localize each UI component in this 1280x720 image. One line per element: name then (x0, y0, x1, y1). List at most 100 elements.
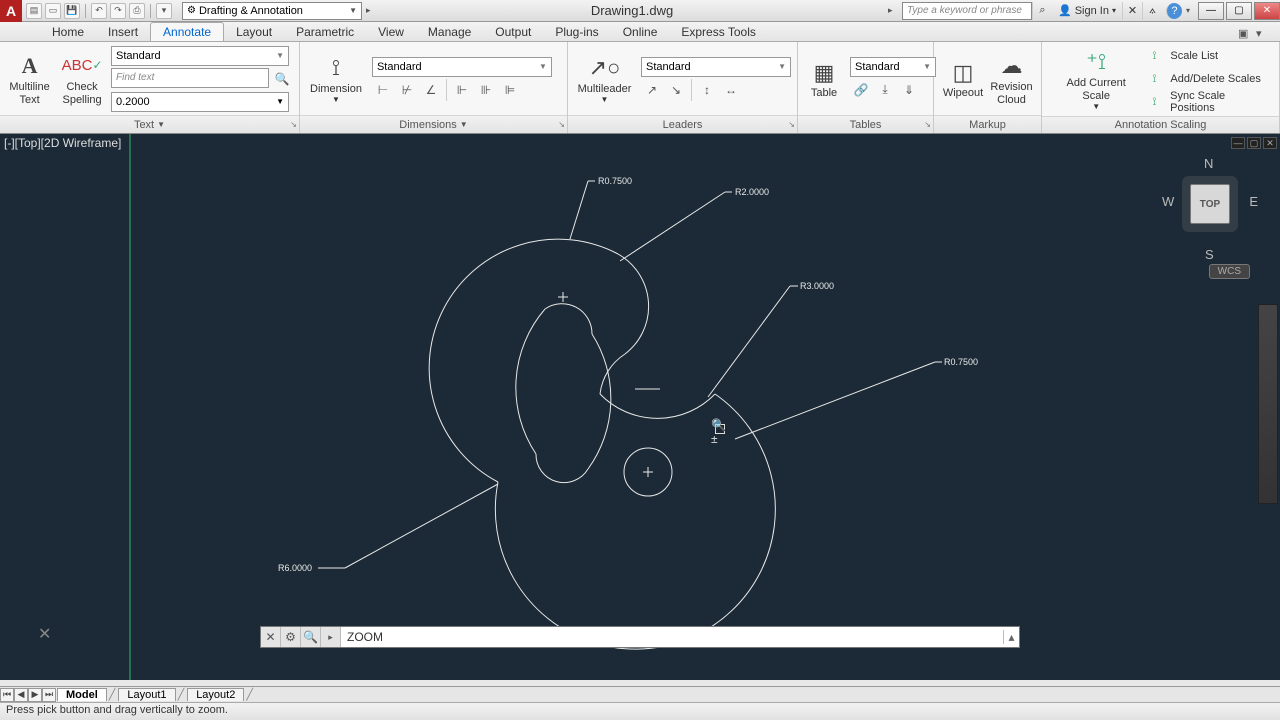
help-icon[interactable]: ? (1166, 3, 1182, 19)
tab-nav-first-icon[interactable]: ⏮ (0, 688, 14, 702)
qat-save-icon[interactable]: 💾 (64, 3, 80, 19)
find-go-icon[interactable]: 🔍 (271, 68, 293, 90)
dim-continue-icon[interactable]: ⊩ (451, 79, 473, 101)
qat-open-icon[interactable]: ▭ (45, 3, 61, 19)
ribbon-collapse-icon[interactable]: ▣ (1238, 27, 1252, 41)
dim-angular-icon[interactable]: ∠ (420, 79, 442, 101)
command-history-close-icon[interactable]: ✕ (38, 624, 51, 644)
cmd-options-icon[interactable]: ⚙ (281, 627, 301, 647)
viewcube-top[interactable]: TOP (1190, 184, 1230, 224)
cmd-search-icon[interactable]: 🔍 (301, 627, 321, 647)
tab-plugins[interactable]: Plug-ins (543, 23, 610, 41)
qat-undo-icon[interactable]: ↶ (91, 3, 107, 19)
viewcube-s[interactable]: S (1205, 247, 1214, 262)
tab-insert[interactable]: Insert (96, 23, 150, 41)
workspace-selector[interactable]: ⚙ Drafting & Annotation▼ (182, 2, 362, 20)
qat-redo-icon[interactable]: ↷ (110, 3, 126, 19)
dim-label-3: R3.0000 (800, 281, 834, 291)
scale-list-button[interactable]: ⟟Scale List (1150, 46, 1273, 66)
leader-align-icon[interactable]: ↕ (696, 79, 718, 101)
dim-ordinate-icon[interactable]: ⊫ (499, 79, 521, 101)
table-download-icon[interactable]: ⇓ (898, 79, 920, 101)
table-icon: ▦ (808, 57, 840, 87)
tab-home[interactable]: Home (40, 23, 96, 41)
multiline-text-button[interactable]: AMultiline Text (6, 49, 53, 108)
tab-layout1[interactable]: Layout1 (118, 688, 175, 701)
maximize-button[interactable]: ▢ (1226, 2, 1252, 20)
dim-style-combo[interactable]: Standard▼ (372, 57, 552, 77)
sync-scale-button[interactable]: ⟟Sync Scale Positions (1150, 92, 1273, 112)
tab-annotate[interactable]: Annotate (150, 22, 224, 41)
add-current-scale-button[interactable]: ⁺⟟Add Current Scale▼ (1048, 45, 1144, 113)
find-text-input[interactable]: Find text (111, 68, 269, 88)
leader-remove-icon[interactable]: ↘ (665, 79, 687, 101)
leader-collect-icon[interactable]: ↔ (720, 79, 742, 101)
wcs-badge[interactable]: WCS (1209, 264, 1250, 279)
tab-nav-prev-icon[interactable]: ◀ (14, 688, 28, 702)
tab-manage[interactable]: Manage (416, 23, 483, 41)
tab-nav-last-icon[interactable]: ⏭ (42, 688, 56, 702)
search-input[interactable]: Type a keyword or phrase (902, 2, 1032, 20)
multileader-icon: ↗○ (589, 53, 621, 83)
cmd-history-icon[interactable]: ▴ (1003, 630, 1019, 644)
tab-parametric[interactable]: Parametric (284, 23, 366, 41)
table-link-icon[interactable]: 🔗 (850, 79, 872, 101)
stayconnected-icon[interactable]: ⟑ (1142, 2, 1162, 20)
viewcube-w[interactable]: W (1162, 194, 1174, 209)
panel-label-leaders[interactable]: Leaders↘ (568, 115, 797, 133)
tab-output[interactable]: Output (483, 23, 543, 41)
revision-cloud-button[interactable]: ☁Revision Cloud (988, 49, 1035, 108)
text-height-input[interactable]: 0.2000▼ (111, 92, 289, 112)
infocenter-icon[interactable]: ⌕ (1032, 2, 1052, 20)
dimension-button[interactable]: ⟟Dimension▼ (306, 51, 366, 107)
text-style-combo[interactable]: Standard▼ (111, 46, 289, 66)
tab-view[interactable]: View (366, 23, 416, 41)
tab-nav-next-icon[interactable]: ▶ (28, 688, 42, 702)
table-style-combo[interactable]: Standard▼ (850, 57, 936, 77)
workspace-play-icon[interactable]: ▸ (366, 5, 380, 16)
qat-dd-icon[interactable]: ▾ (156, 3, 172, 19)
wipeout-button[interactable]: ◫Wipeout (940, 55, 986, 102)
tab-express[interactable]: Express Tools (669, 23, 767, 41)
multileader-button[interactable]: ↗○Multileader▼ (574, 51, 635, 107)
cloud-icon: ☁ (996, 51, 1028, 81)
leader-add-icon[interactable]: ↗ (641, 79, 663, 101)
tab-online[interactable]: Online (611, 23, 670, 41)
tab-model[interactable]: Model (57, 688, 107, 701)
table-button[interactable]: ▦Table (804, 55, 844, 102)
drawing-canvas[interactable]: [-][Top][2D Wireframe] — ▢ ✕ (0, 134, 1280, 680)
viewcube-n[interactable]: N (1204, 156, 1213, 171)
drawing-svg: R0.7500 R2.0000 R3.0000 R0.7500 R6.0000 (0, 134, 1280, 680)
navigation-bar[interactable] (1258, 304, 1278, 504)
panel-label-dimensions[interactable]: Dimensions▼↘ (300, 115, 567, 133)
command-line[interactable]: ✕ ⚙ 🔍 ▸ ZOOM ▴ (260, 626, 1020, 648)
dimension-icon: ⟟ (320, 53, 352, 83)
dim-linear-icon[interactable]: ⊢ (372, 79, 394, 101)
minimize-button[interactable]: — (1198, 2, 1224, 20)
qat-new-icon[interactable]: ▤ (26, 3, 42, 19)
close-button[interactable]: ✕ (1254, 2, 1280, 20)
table-extract-icon[interactable]: ⤓ (874, 79, 896, 101)
check-spelling-button[interactable]: ABC✓Check Spelling (59, 49, 105, 108)
sign-in-button[interactable]: 👤Sign In▾ (1052, 4, 1122, 17)
leader-style-combo[interactable]: Standard▼ (641, 57, 791, 77)
panel-label-tables[interactable]: Tables↘ (798, 115, 933, 133)
ribbon-menu-icon[interactable]: ▾ (1256, 27, 1270, 41)
exchange-icon[interactable]: ✕ (1122, 2, 1142, 20)
dim-baseline-icon[interactable]: ⊪ (475, 79, 497, 101)
add-delete-scales-button[interactable]: ⟟Add/Delete Scales (1150, 69, 1273, 89)
dim-aligned-icon[interactable]: ⊬ (396, 79, 418, 101)
viewcube[interactable]: N S W E TOP (1160, 156, 1260, 256)
title-bar: A ▤ ▭ 💾 ↶ ↷ ⎙ ▾ ⚙ Drafting & Annotation▼… (0, 0, 1280, 22)
tab-layout[interactable]: Layout (224, 23, 284, 41)
qat-print-icon[interactable]: ⎙ (129, 3, 145, 19)
tab-layout2[interactable]: Layout2 (187, 688, 244, 701)
app-logo[interactable]: A (0, 0, 22, 22)
viewcube-e[interactable]: E (1249, 194, 1258, 209)
panel-label-text[interactable]: Text▼↘ (0, 115, 299, 133)
title-menu-icon[interactable]: ▸ (888, 5, 902, 16)
command-text[interactable]: ZOOM (341, 630, 389, 644)
panel-label-annoscale: Annotation Scaling (1042, 116, 1279, 133)
cmd-close-icon[interactable]: ✕ (261, 627, 281, 647)
adddelete-icon: ⟟ (1152, 73, 1166, 86)
